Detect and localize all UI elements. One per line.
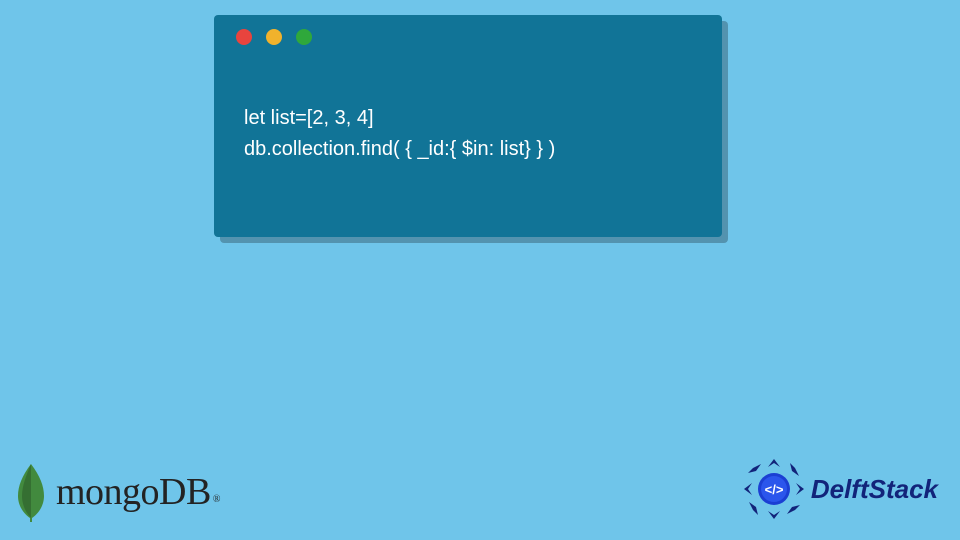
maximize-icon: [296, 29, 312, 45]
close-icon: [236, 29, 252, 45]
trademark-symbol: ®: [213, 494, 220, 505]
code-window: let list=[2, 3, 4] db.collection.find( {…: [214, 15, 722, 237]
delftstack-text: DelftStack: [811, 474, 938, 505]
code-line: db.collection.find( { _id:{ $in: list} }…: [244, 134, 692, 165]
mongodb-logo: mongoDB®: [12, 462, 220, 522]
minimize-icon: [266, 29, 282, 45]
window-titlebar: [214, 15, 722, 53]
delftstack-logo: </> DelftStack: [743, 458, 938, 520]
mongodb-wordmark: mongoDB: [56, 471, 211, 513]
delftstack-badge-icon: </>: [743, 458, 805, 520]
mongodb-leaf-icon: [12, 462, 50, 522]
svg-text:</>: </>: [764, 482, 783, 497]
mongodb-text: mongoDB®: [56, 470, 220, 514]
code-line: let list=[2, 3, 4]: [244, 103, 692, 134]
code-body: let list=[2, 3, 4] db.collection.find( {…: [214, 53, 722, 185]
